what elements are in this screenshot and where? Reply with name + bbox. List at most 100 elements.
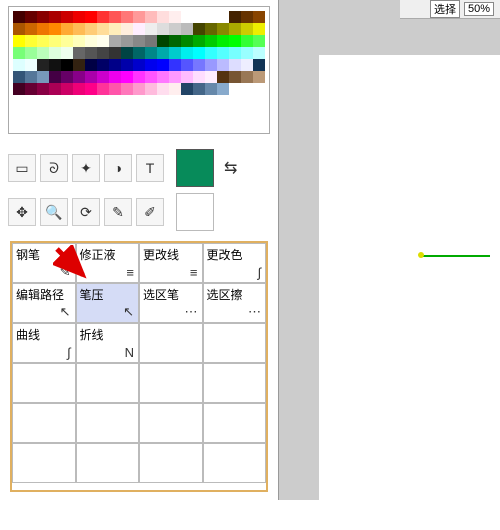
swatch[interactable] (85, 23, 97, 35)
swatch[interactable] (61, 71, 73, 83)
swatch[interactable] (193, 23, 205, 35)
swatch[interactable] (37, 71, 49, 83)
swatch[interactable] (145, 11, 157, 23)
swatch[interactable] (169, 11, 181, 23)
swatch[interactable] (37, 23, 49, 35)
swatch[interactable] (13, 59, 25, 71)
swatch[interactable] (13, 35, 25, 47)
swatch[interactable] (13, 11, 25, 23)
swatch[interactable] (205, 59, 217, 71)
swatch[interactable] (217, 59, 229, 71)
swatch[interactable] (181, 47, 193, 59)
swatch[interactable] (145, 71, 157, 83)
swatch[interactable] (37, 59, 49, 71)
swatch[interactable] (73, 83, 85, 95)
swatch[interactable] (49, 71, 61, 83)
swatch[interactable] (193, 35, 205, 47)
swatch[interactable] (241, 11, 253, 23)
swatch[interactable] (121, 59, 133, 71)
swatch[interactable] (193, 71, 205, 83)
swatch[interactable] (61, 11, 73, 23)
swatch[interactable] (121, 11, 133, 23)
swatch[interactable] (169, 35, 181, 47)
swatch[interactable] (241, 71, 253, 83)
swatch[interactable] (181, 11, 193, 23)
tool-更改线[interactable]: 更改线≡ (139, 243, 203, 283)
swatch[interactable] (49, 35, 61, 47)
swatch[interactable] (25, 47, 37, 59)
tool-编辑路径[interactable]: 编辑路径↖ (12, 283, 76, 323)
swatch[interactable] (241, 47, 253, 59)
move-icon[interactable]: ✥ (8, 198, 36, 226)
swatch[interactable] (157, 71, 169, 83)
lasso-icon[interactable]: ᘐ (40, 154, 68, 182)
swatch[interactable] (25, 83, 37, 95)
swatch[interactable] (13, 71, 25, 83)
swatch[interactable] (13, 47, 25, 59)
swatch[interactable] (229, 71, 241, 83)
wand-icon[interactable]: ✦ (72, 154, 100, 182)
swatch[interactable] (169, 47, 181, 59)
eyedropper2-icon[interactable]: ✐ (136, 198, 164, 226)
swatch[interactable] (217, 23, 229, 35)
swatch[interactable] (253, 59, 265, 71)
swatch[interactable] (157, 23, 169, 35)
swatch[interactable] (241, 23, 253, 35)
swatch[interactable] (13, 83, 25, 95)
swatch[interactable] (37, 47, 49, 59)
swatch[interactable] (37, 11, 49, 23)
swatch[interactable] (181, 71, 193, 83)
tool-笔压[interactable]: 笔压↖ (76, 283, 140, 323)
swatch[interactable] (157, 59, 169, 71)
swatch[interactable] (49, 83, 61, 95)
swatch[interactable] (109, 47, 121, 59)
swatch[interactable] (37, 83, 49, 95)
swatch[interactable] (85, 71, 97, 83)
swatch[interactable] (205, 83, 217, 95)
canvas[interactable] (319, 55, 500, 530)
swatch[interactable] (181, 35, 193, 47)
swatch[interactable] (13, 23, 25, 35)
swatch[interactable] (61, 83, 73, 95)
swatch[interactable] (85, 83, 97, 95)
swatch[interactable] (229, 59, 241, 71)
blank-swatch[interactable] (176, 193, 214, 231)
swatch[interactable] (145, 35, 157, 47)
swatch[interactable] (97, 11, 109, 23)
swatch[interactable] (217, 83, 229, 95)
swatch[interactable] (193, 47, 205, 59)
swatch[interactable] (157, 35, 169, 47)
swatch[interactable] (193, 83, 205, 95)
swatch[interactable] (205, 47, 217, 59)
swatch[interactable] (121, 35, 133, 47)
eyedropper-icon[interactable]: ✎ (104, 198, 132, 226)
swatch[interactable] (49, 11, 61, 23)
swatch[interactable] (205, 23, 217, 35)
swatch[interactable] (25, 11, 37, 23)
swatch[interactable] (133, 83, 145, 95)
swatch[interactable] (253, 11, 265, 23)
swatch[interactable] (145, 83, 157, 95)
swatch[interactable] (109, 83, 121, 95)
swatch[interactable] (25, 59, 37, 71)
swatch[interactable] (205, 71, 217, 83)
swatch[interactable] (229, 35, 241, 47)
swatch[interactable] (253, 47, 265, 59)
swatch[interactable] (157, 83, 169, 95)
swatch[interactable] (181, 83, 193, 95)
swatch[interactable] (109, 35, 121, 47)
swatch[interactable] (61, 23, 73, 35)
swatch[interactable] (217, 35, 229, 47)
swatch[interactable] (169, 59, 181, 71)
swatch[interactable] (85, 35, 97, 47)
swatch[interactable] (73, 71, 85, 83)
tool-曲线[interactable]: 曲线∫ (12, 323, 76, 363)
swatch[interactable] (37, 35, 49, 47)
tool-选区笔[interactable]: 选区笔⋯ (139, 283, 203, 323)
tool-折线[interactable]: 折线N (76, 323, 140, 363)
swatch[interactable] (133, 71, 145, 83)
swatch[interactable] (217, 47, 229, 59)
swatch[interactable] (133, 35, 145, 47)
swatch[interactable] (169, 83, 181, 95)
swatch[interactable] (73, 47, 85, 59)
